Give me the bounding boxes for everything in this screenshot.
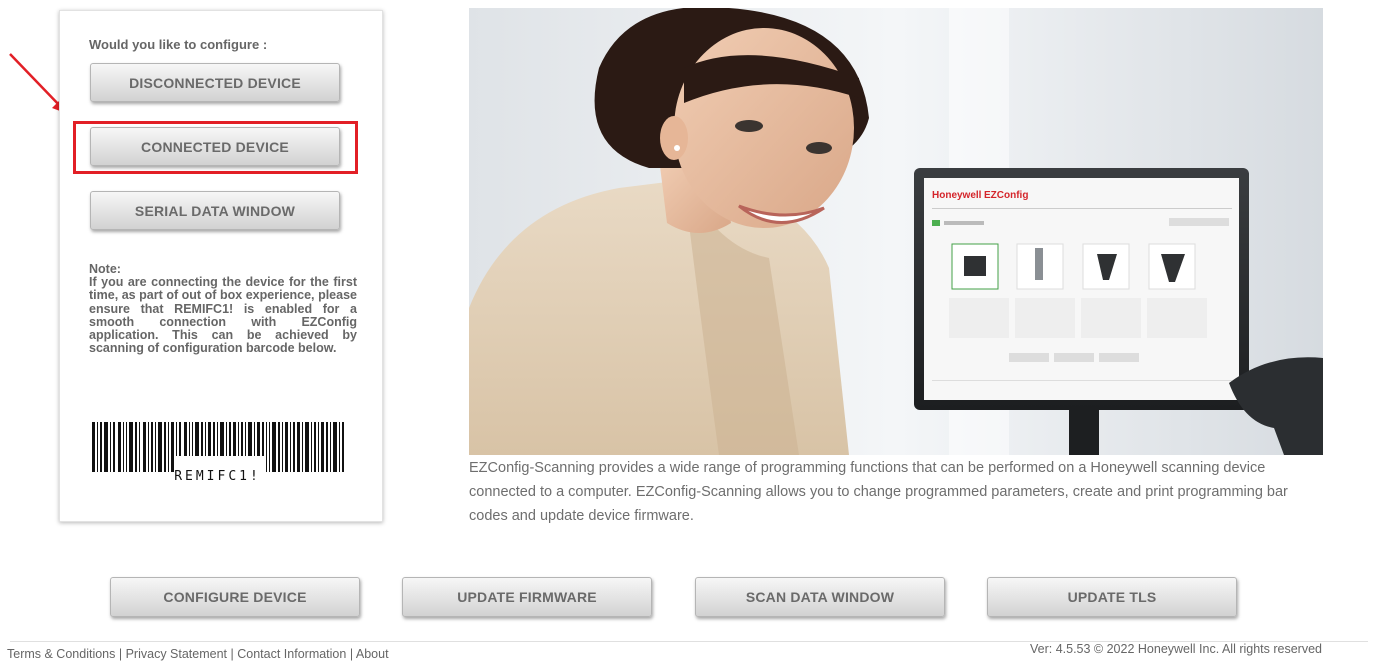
barcode-caption: REMIFC1! — [174, 469, 261, 484]
hero-image: Honeywell EZConfig — [469, 8, 1323, 455]
configure-panel: Would you like to configure : DISCONNECT… — [59, 10, 383, 522]
barcode-bars — [92, 422, 344, 472]
footer-separator: | — [230, 647, 234, 661]
footer-separator: | — [349, 647, 354, 661]
disconnected-device-button[interactable]: DISCONNECTED DEVICE — [90, 63, 340, 102]
app-description: EZConfig-Scanning provides a wide range … — [469, 460, 1288, 524]
contact-link[interactable]: Contact Information — [237, 647, 346, 661]
note-body: If you are connecting the device for the… — [89, 275, 357, 356]
about-link[interactable]: About — [356, 647, 389, 661]
footer-separator: | — [118, 647, 123, 661]
serial-data-window-button[interactable]: SERIAL DATA WINDOW — [90, 191, 340, 230]
terms-link[interactable]: Terms & Conditions — [7, 647, 115, 661]
note: Note: If you are connecting the device f… — [89, 262, 357, 356]
version-copyright: Ver: 4.5.53 © 2022 Honeywell Inc. All ri… — [1029, 642, 1322, 656]
update-firmware-button[interactable]: UPDATE FIRMWARE — [402, 577, 652, 617]
red-highlight-rectangle — [73, 121, 358, 174]
monitor-brand: Honeywell — [932, 190, 982, 201]
monitor-app: EZConfig — [984, 190, 1028, 201]
hero-illustration: Honeywell EZConfig — [469, 8, 1323, 455]
configure-question: Would you like to configure : — [89, 37, 268, 52]
scan-data-window-button[interactable]: SCAN DATA WINDOW — [695, 577, 945, 617]
privacy-link[interactable]: Privacy Statement — [126, 647, 227, 661]
footer-links: Terms & Conditions | Privacy Statement |… — [7, 647, 389, 661]
configuration-barcode: REMIFC1! — [90, 422, 345, 490]
configure-device-button[interactable]: CONFIGURE DEVICE — [110, 577, 360, 617]
update-tls-button[interactable]: UPDATE TLS — [987, 577, 1237, 617]
